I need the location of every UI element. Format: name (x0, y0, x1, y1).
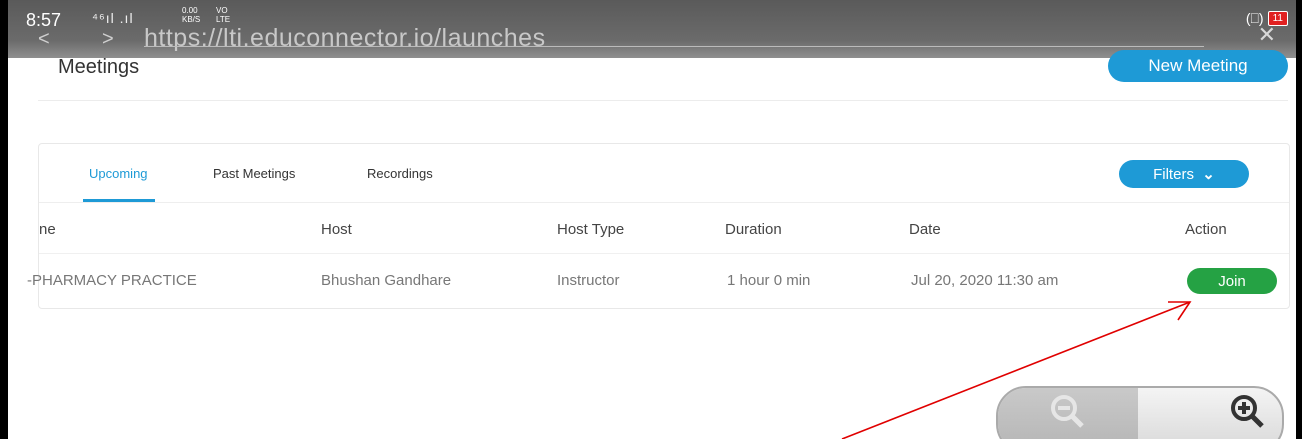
volte-top: VO (216, 6, 228, 15)
close-icon[interactable]: ✕ (1258, 22, 1276, 48)
row-date: Jul 20, 2020 11:30 am (911, 272, 1059, 289)
zoom-in-button[interactable] (1140, 388, 1282, 439)
header-host: Host (321, 221, 352, 238)
header-duration: Duration (725, 221, 782, 238)
url-bar[interactable]: https://lti.educonnector.io/launches (144, 24, 546, 53)
chevron-down-icon: ⌄ (1202, 166, 1215, 183)
header-topic: ne (39, 221, 56, 238)
active-tab-indicator (83, 199, 155, 202)
table-row: -PHARMACY PRACTICE Bhushan Gandhare Inst… (27, 254, 1289, 306)
page-title: Meetings (58, 56, 140, 78)
forward-icon[interactable]: > (102, 28, 114, 51)
row-host-type: Instructor (557, 272, 620, 289)
signal-icon: ⁴⁶ıl .ıl (92, 10, 134, 26)
net-speed: 0.00 KB/S (182, 6, 200, 24)
tab-bar: Upcoming Past Meetings Recordings Filter… (39, 144, 1289, 203)
row-host: Bhushan Gandhare (321, 272, 452, 289)
tab-recordings[interactable]: Recordings (367, 166, 433, 181)
new-meeting-button[interactable]: New Meeting (1108, 50, 1288, 82)
back-icon[interactable]: < (38, 28, 50, 51)
net-speed-unit: KB/S (182, 15, 201, 24)
table-header: ne Host Host Type Duration Date Action (39, 203, 1289, 254)
volte-bottom: LTE (216, 15, 231, 24)
phone-screen: 8:57 ⁴⁶ıl .ıl 0.00 KB/S VO LTE (⎕) 11 < … (8, 0, 1296, 439)
status-bar: 8:57 ⁴⁶ıl .ıl 0.00 KB/S VO LTE (⎕) 11 < … (8, 0, 1296, 58)
tab-upcoming[interactable]: Upcoming (89, 166, 148, 181)
row-topic: -PHARMACY PRACTICE (27, 272, 197, 289)
header-action: Action (1185, 221, 1227, 238)
filters-label: Filters (1153, 166, 1194, 183)
filters-button[interactable]: Filters ⌄ (1119, 160, 1249, 188)
divider (38, 100, 1288, 101)
zoom-out-icon (1051, 395, 1084, 428)
tab-past-meetings[interactable]: Past Meetings (213, 166, 295, 181)
join-button[interactable]: Join (1187, 268, 1277, 294)
zoom-in-icon (1231, 395, 1264, 428)
url-underline (144, 46, 1204, 47)
header-date: Date (909, 221, 941, 238)
volte-badge: VO LTE (216, 6, 230, 24)
row-duration: 1 hour 0 min (727, 272, 811, 289)
meetings-panel: Upcoming Past Meetings Recordings Filter… (27, 143, 1290, 309)
zoom-control (996, 386, 1284, 439)
net-speed-value: 0.00 (182, 6, 198, 15)
header-host-type: Host Type (557, 221, 625, 238)
zoom-out-button[interactable] (998, 388, 1138, 439)
